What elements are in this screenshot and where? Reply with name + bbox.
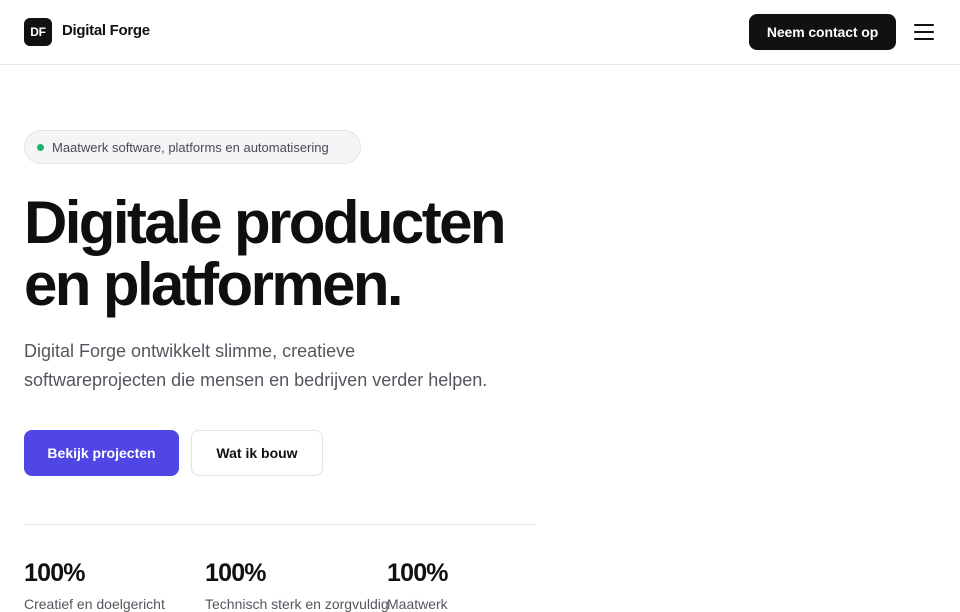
stat-label: Technisch sterk en zorgvuldig <box>205 596 389 612</box>
what-i-build-button[interactable]: Wat ik bouw <box>191 430 323 476</box>
logo-text[interactable]: Digital Forge <box>62 22 150 39</box>
site-header: DF Digital Forge Neem contact op <box>0 0 960 65</box>
contact-button[interactable]: Neem contact op <box>749 14 896 50</box>
menu-bar <box>914 31 934 33</box>
status-dot-icon <box>37 143 44 151</box>
stat-item: 100% Creatief en doelgericht <box>24 558 194 612</box>
hero-badge: Maatwerk software, platforms en automati… <box>24 130 361 164</box>
menu-bar <box>914 24 934 26</box>
logo-mark[interactable]: DF <box>24 18 52 46</box>
stat-value: 100% <box>205 559 267 587</box>
hero-title-line: Digitale producten <box>24 189 507 256</box>
menu-bar <box>914 38 934 40</box>
stat-label: Creatief en doelgericht <box>24 596 165 612</box>
hero-title: Digitale producten en platformen. <box>24 192 584 316</box>
stat-item: 100% Maatwerk <box>387 558 557 612</box>
hero-subtitle-line: Digital Forge ontwikkelt slimme, creatie… <box>24 341 356 361</box>
badge-text: Maatwerk software, platforms en automati… <box>52 139 329 155</box>
hero-title-line: en platformen. <box>24 251 404 318</box>
hero-subtitle: Digital Forge ontwikkelt slimme, creatie… <box>24 337 564 395</box>
view-projects-button[interactable]: Bekijk projecten <box>24 430 179 476</box>
stat-item: 100% Technisch sterk en zorgvuldig <box>205 558 389 612</box>
stat-value: 100% <box>387 559 449 587</box>
hero-subtitle-line: softwareprojecten die mensen en bedrijve… <box>24 370 488 390</box>
divider <box>24 524 536 525</box>
stat-label: Maatwerk <box>387 596 448 612</box>
stat-value: 100% <box>24 559 86 587</box>
hamburger-menu-icon[interactable] <box>913 23 935 41</box>
